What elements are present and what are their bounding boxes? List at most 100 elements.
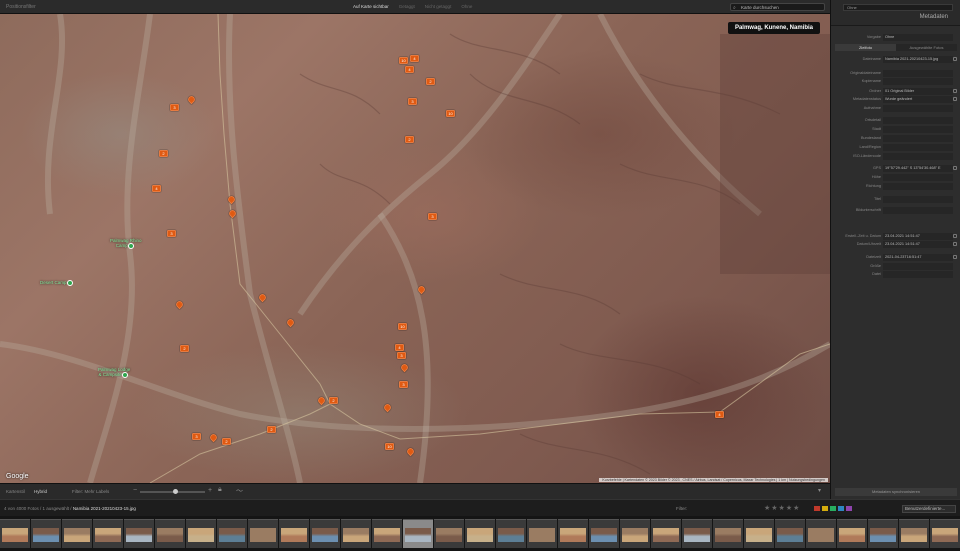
filmstrip-thumb[interactable] xyxy=(806,519,836,548)
filmstrip-thumb[interactable] xyxy=(620,519,650,548)
filmstrip-thumb[interactable] xyxy=(496,519,526,548)
filmstrip-thumb[interactable] xyxy=(434,519,464,548)
metadata-value[interactable]: 2021-04-23T16:51:47 xyxy=(883,254,953,261)
photo-pin[interactable]: 2 xyxy=(180,345,189,352)
filmstrip-thumb[interactable] xyxy=(589,519,619,548)
metadata-value[interactable] xyxy=(883,70,953,77)
poi-marker[interactable]: Palmwag Rhino Camp xyxy=(110,238,142,249)
color-label-blue[interactable] xyxy=(838,506,844,511)
photo-pin[interactable]: 3 xyxy=(170,104,179,111)
metadata-value[interactable]: 19°57'29.442" S 13°54'30.468" E xyxy=(883,165,953,172)
filmstrip-breadcrumb[interactable]: 4 von 4000 Fotos / 1 ausgewählt / Namibi… xyxy=(4,506,136,511)
filmstrip-thumb[interactable] xyxy=(310,519,340,548)
zoom-slider[interactable] xyxy=(140,489,205,494)
metadata-tab-1[interactable]: Ausgewählte Fotos xyxy=(896,44,957,51)
map-attribution[interactable]: Kurzbefehle | Kartendaten © 2023 Bilder … xyxy=(599,478,828,482)
filmstrip-thumb[interactable] xyxy=(248,519,278,548)
color-label-purple[interactable] xyxy=(846,506,852,511)
photo-pin[interactable]: 10 xyxy=(446,110,455,117)
metadata-value[interactable] xyxy=(883,207,953,214)
filmstrip[interactable] xyxy=(0,516,960,551)
metadata-value[interactable] xyxy=(883,263,953,270)
rating-filter[interactable]: ★★★★★ xyxy=(764,504,800,512)
label-filter[interactable]: Filter: Mehr Labels xyxy=(72,489,109,494)
metadata-value[interactable]: 01 Original Bilder xyxy=(883,88,953,95)
filmstrip-thumb[interactable] xyxy=(155,519,185,548)
metadata-value[interactable] xyxy=(883,105,953,112)
filmstrip-thumb[interactable] xyxy=(124,519,154,548)
poi-marker[interactable]: Desert Camp xyxy=(40,280,75,286)
go-to-icon[interactable] xyxy=(953,57,957,61)
filmstrip-thumb[interactable] xyxy=(868,519,898,548)
metadata-value[interactable] xyxy=(883,126,953,133)
filmstrip-thumb[interactable] xyxy=(31,519,61,548)
photo-pin[interactable]: 4 xyxy=(410,55,419,62)
metadata-value[interactable]: 23.04.2021 14:51:47 xyxy=(883,241,953,248)
go-to-icon[interactable] xyxy=(953,89,957,93)
filmstrip-thumb[interactable] xyxy=(62,519,92,548)
photo-pin[interactable]: 2 xyxy=(267,426,276,433)
filmstrip-thumb[interactable] xyxy=(527,519,557,548)
filmstrip-thumb[interactable] xyxy=(217,519,247,548)
photo-pin[interactable]: 2 xyxy=(329,397,338,404)
poi-marker[interactable]: Palmwag Lodge & Campsite xyxy=(98,367,130,378)
color-label-yellow[interactable] xyxy=(822,506,828,511)
metadata-tab-0[interactable]: Zielfoto xyxy=(835,44,896,51)
filmstrip-thumb[interactable] xyxy=(279,519,309,548)
filmstrip-thumb[interactable] xyxy=(0,519,30,548)
filmstrip-thumb[interactable] xyxy=(930,519,960,548)
sync-metadata-button[interactable]: Metadaten synchronisieren xyxy=(835,488,957,496)
color-label-red[interactable] xyxy=(814,506,820,511)
filmstrip-thumb[interactable] xyxy=(837,519,867,548)
panel-title[interactable]: Metadaten xyxy=(920,14,948,20)
photo-pin[interactable]: 4 xyxy=(152,185,161,192)
zoom-out-icon[interactable]: − xyxy=(133,487,137,494)
photo-pin[interactable]: 3 xyxy=(428,213,437,220)
metadata-value[interactable] xyxy=(883,78,953,85)
filmstrip-thumb[interactable] xyxy=(186,519,216,548)
filmstrip-thumb[interactable] xyxy=(341,519,371,548)
photo-pin[interactable]: 3 xyxy=(408,98,417,105)
photo-pin[interactable]: 2 xyxy=(222,438,231,445)
filmstrip-thumb[interactable] xyxy=(465,519,495,548)
go-to-icon[interactable] xyxy=(953,97,957,101)
location-filter-3[interactable]: Ohne xyxy=(458,3,475,10)
metadata-value[interactable] xyxy=(883,144,953,151)
location-filter-0[interactable]: Auf Karte sichtbar xyxy=(350,3,392,10)
map-style-select[interactable]: Hybrid xyxy=(34,489,47,494)
photo-pin[interactable]: 3 xyxy=(167,230,176,237)
photo-pin[interactable]: 4 xyxy=(395,344,404,351)
track-icon[interactable]: 〜 xyxy=(236,486,243,496)
custom-filter-select[interactable]: Benutzerdefinierte... xyxy=(902,505,956,513)
satellite-map[interactable]: 10 4 4 2 3 10 2 3 3 2 4 3 10 2 4 3 3 2 4 2 3 2 10 Palmwag Rhin… xyxy=(0,14,830,483)
metadata-value[interactable]: 23.04.2021 14:51:47 xyxy=(883,233,953,240)
location-filter-2[interactable]: Nicht getaggt xyxy=(422,3,455,10)
go-to-icon[interactable] xyxy=(953,166,957,170)
zoom-in-icon[interactable]: + xyxy=(208,487,212,494)
photo-pin[interactable]: 4 xyxy=(405,66,414,73)
filmstrip-thumb[interactable] xyxy=(93,519,123,548)
metadata-value[interactable] xyxy=(883,174,953,181)
go-to-icon[interactable] xyxy=(953,234,957,238)
photo-pin[interactable]: 2 xyxy=(159,150,168,157)
metadata-value[interactable] xyxy=(883,271,953,278)
filmstrip-thumb[interactable] xyxy=(403,519,433,548)
preset-select[interactable]: Ohne xyxy=(883,34,953,41)
metadata-value[interactable] xyxy=(883,183,953,190)
lock-icon[interactable]: 🔒︎ xyxy=(218,486,222,494)
metadata-value[interactable] xyxy=(883,196,953,203)
filmstrip-thumb[interactable] xyxy=(899,519,929,548)
filmstrip-thumb[interactable] xyxy=(744,519,774,548)
photo-pin[interactable]: 10 xyxy=(398,323,407,330)
photo-pin[interactable]: 10 xyxy=(399,57,408,64)
filmstrip-thumb[interactable] xyxy=(651,519,681,548)
go-to-icon[interactable] xyxy=(953,255,957,259)
chevron-down-icon[interactable]: ▾ xyxy=(818,487,821,494)
photo-pin[interactable]: 3 xyxy=(397,352,406,359)
metadata-value[interactable]: Wurde geändert xyxy=(883,96,953,103)
metadata-value[interactable] xyxy=(883,153,953,160)
metadata-view-select[interactable]: Ohne xyxy=(843,4,953,11)
photo-pin[interactable]: 3 xyxy=(399,381,408,388)
go-to-icon[interactable] xyxy=(953,242,957,246)
photo-pin[interactable]: 10 xyxy=(385,443,394,450)
